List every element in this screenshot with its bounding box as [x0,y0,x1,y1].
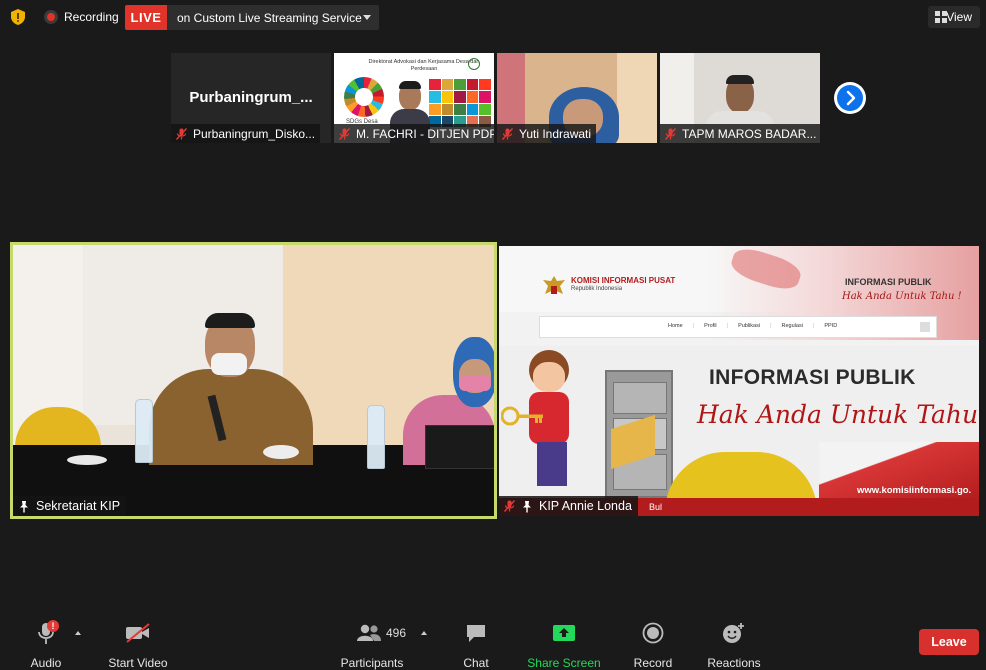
mic-muted-icon [503,500,516,512]
audio-options-caret-icon[interactable] [75,631,81,635]
speaker-hair [205,313,255,328]
live-badge[interactable]: LIVE [125,5,167,30]
slide-tagline: Hak Anda Untuk Tahu ! [697,400,979,429]
mic-muted-icon [664,127,677,140]
leave-button[interactable]: Leave [919,629,979,655]
slide-partial-text: Bul [649,502,663,512]
slide-nav-item: PPID [824,323,838,329]
participant-thumbnail[interactable]: Yuti Indrawati [497,53,657,143]
cartoon-pants [537,442,567,486]
slide-nav-bar: Home | Profil | Publikasi | Regulasi | PPID [539,316,937,338]
recording-indicator-icon[interactable] [44,10,58,24]
live-stream-dropdown[interactable]: on Custom Live Streaming Service [167,5,379,30]
share-screen-label: Share Screen [527,656,601,670]
participants-count: 496 [386,626,407,640]
record-label: Record [633,656,673,670]
participant-label: M. FACHRI - DITJEN PDP [334,124,494,143]
mic-muted-icon [338,127,351,140]
mic-muted-icon [501,127,514,140]
mic-muted-icon [175,127,188,140]
video-name-tag: KIP Annie Londa [499,496,638,516]
next-page-button[interactable] [834,82,866,114]
reactions-emoji-icon [723,623,744,643]
pin-icon [523,500,531,512]
participant-name: Purbaningrum_Disko... [193,126,316,141]
saucer [67,455,107,465]
participant-label: Purbaningrum_Disko... [171,124,321,143]
audio-label: Audio [30,656,62,670]
main-video-active-speaker[interactable]: Sekretariat KIP [10,242,497,519]
face-mask [211,353,247,375]
recording-label[interactable]: Recording [64,10,119,24]
sdg-tiles-grid [429,79,491,127]
chat-icon [467,625,485,642]
main-video-shared-slide[interactable]: KOMISI INFORMASI PUSAT Republik Indonesi… [499,246,979,516]
video-off-icon [126,623,150,643]
chevron-down-icon [363,15,371,20]
background-wall [617,53,657,143]
reactions-button[interactable]: Reactions [704,620,764,670]
slide-nav-item: Publikasi [738,323,761,329]
participants-button[interactable]: 496 Participants [336,620,408,670]
record-icon [642,622,664,644]
agency-logo-icon [468,58,480,70]
participants-options-caret-icon[interactable] [421,631,427,635]
water-bottle [367,405,385,469]
video-name-label: Sekretariat KIP [36,499,121,513]
reactions-label: Reactions [707,656,761,670]
view-button[interactable]: View [928,6,980,28]
participant-label: TAPM MAROS BADAR... [660,124,820,143]
org-sub: Republik Indonesia [571,286,623,292]
live-destination-label: on Custom Live Streaming Service [177,10,362,25]
participant-hair [726,75,754,84]
shield-icon[interactable] [9,8,27,26]
video-name-tag: Sekretariat KIP [13,496,127,516]
water-bottle [135,399,153,463]
chevron-right-icon [837,85,863,111]
slide-headline: INFORMASI PUBLIK [709,366,916,389]
video-name-label: KIP Annie Londa [539,499,632,513]
participant-thumbnail[interactable]: Direktorat Advokasi dan Kerjasama Desa d… [334,53,494,143]
participant-name: M. FACHRI - DITJEN PDP [356,126,494,141]
share-screen-button[interactable]: Share Screen [526,620,602,670]
participant-display-name: Purbaningrum_... [189,89,313,106]
cartoon-face [533,362,565,392]
audio-alert-badge: ! [47,620,59,632]
participant-name: TAPM MAROS BADAR... [682,126,817,141]
garuda-emblem-icon [541,274,567,302]
face-mask [459,375,491,391]
chat-button[interactable]: Chat [460,620,492,670]
laptop [425,425,494,469]
participant-label: Yuti Indrawati [497,124,597,143]
slide-nav-items: Home | Profil | Publikasi | Regulasi | PPID [668,323,838,329]
participants-label: Participants [340,656,404,670]
key-icon [500,406,545,426]
sdg-wheel-icon [344,77,384,117]
participants-icon [357,624,381,641]
record-button[interactable]: Record [632,620,674,670]
slide-url: www.komisiinformasi.go. [857,485,972,496]
org-name: KOMISI INFORMASI PUSAT [571,276,676,285]
header-right-sub: Hak Anda Untuk Tahu ! [842,291,962,302]
participant-name: Yuti Indrawati [519,126,592,141]
slide-nav-item: Regulasi [781,323,803,329]
participant-thumbnail[interactable]: TAPM MAROS BADAR... [660,53,820,143]
start-video-button[interactable]: Start Video [104,620,172,670]
saucer [263,445,299,459]
slide-nav-item: Home [668,323,683,329]
grid-view-icon [935,11,947,23]
start-video-label: Start Video [108,656,168,670]
pin-icon [20,500,28,512]
view-label: View [946,10,972,24]
audio-button[interactable]: ! Audio [28,620,64,670]
slide-nav-item: Profil [704,323,717,329]
search-icon [920,322,930,332]
share-screen-icon [553,625,575,641]
slide-header-text: Direktorat Advokasi dan Kerjasama Desa d… [368,59,480,72]
participant-thumbnail[interactable]: Purbaningrum_... Purbaningrum_Disko... [171,53,331,143]
header-right-title: INFORMASI PUBLIK [845,277,932,287]
chat-label: Chat [463,656,489,670]
